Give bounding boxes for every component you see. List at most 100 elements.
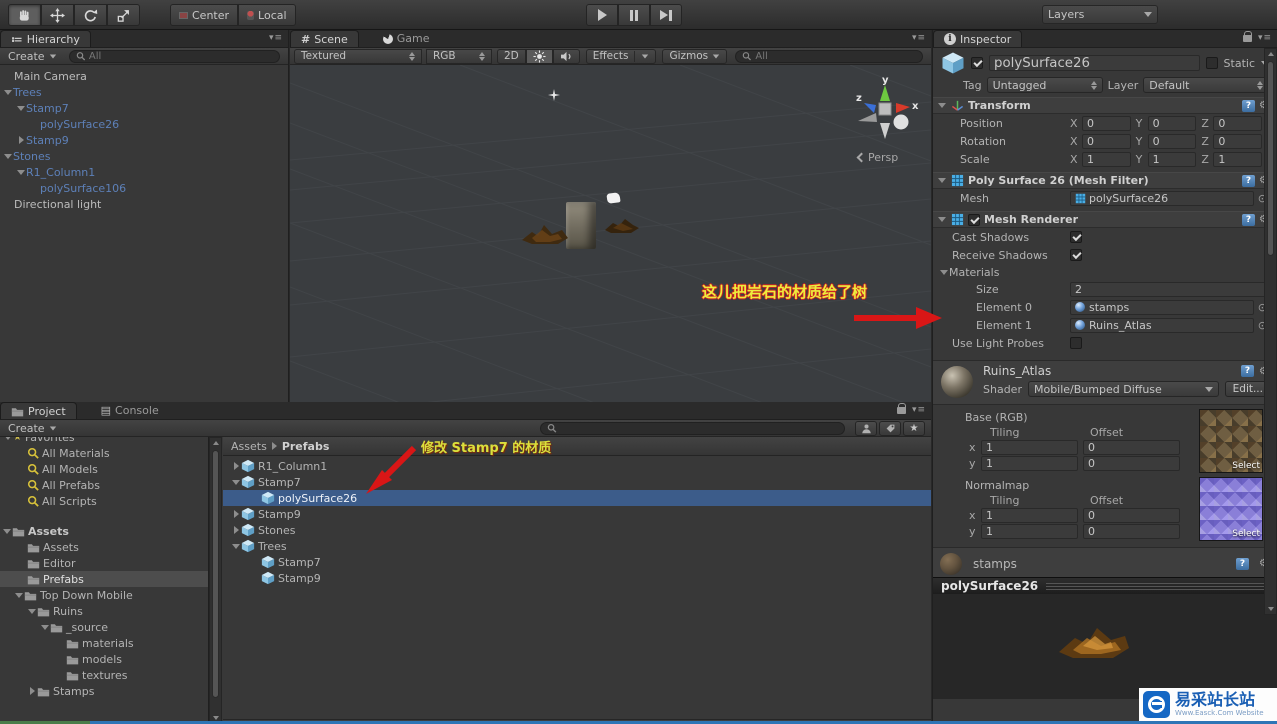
tab-game[interactable]: Game [373,30,440,47]
panel-menu-icon[interactable] [912,33,926,43]
foldout-open-icon[interactable] [3,87,13,97]
favorites-all-scripts[interactable]: All Scripts [0,493,208,509]
tree-stamp-object[interactable] [603,216,641,234]
hierarchy-item-polysurface106[interactable]: polySurface106 [0,180,288,196]
project-search[interactable] [540,422,845,435]
effects-dropdown[interactable]: Effects [586,49,657,64]
rotation-z-field[interactable]: 0 [1213,134,1262,149]
texture-select-button[interactable]: Select [1232,461,1260,471]
foldout-closed-icon[interactable] [27,686,37,696]
gizmos-dropdown[interactable]: Gizmos [662,49,727,64]
hand-tool-button[interactable] [8,4,41,26]
element0-object-field[interactable]: stamps [1070,300,1254,315]
layer-dropdown[interactable]: Default [1143,77,1269,93]
2d-toggle-button[interactable]: 2D [497,49,526,64]
breadcrumb-current[interactable]: Prefabs [282,440,330,453]
cast-shadows-checkbox[interactable] [1070,231,1082,243]
help-icon[interactable] [1241,365,1254,377]
hierarchy-item-main-camera[interactable]: Main Camera [0,68,288,84]
tree-ruins[interactable]: Ruins [0,603,208,619]
mesh-filter-component-header[interactable]: Poly Surface 26 (Mesh Filter) [933,172,1277,189]
tree-editor[interactable]: Editor [0,555,208,571]
normalmap-texture-thumbnail[interactable]: Select [1199,477,1263,541]
tag-dropdown[interactable]: Untagged [987,77,1103,93]
panel-menu-icon[interactable] [1258,33,1272,43]
scale-z-field[interactable]: 1 [1213,152,1262,167]
foldout-open-icon[interactable] [937,176,947,186]
tab-hierarchy[interactable]: Hierarchy [0,30,91,47]
foldout-open-icon[interactable] [231,477,241,487]
tab-console[interactable]: Console [91,402,169,419]
scrollbar-thumb[interactable] [212,450,219,698]
pause-button[interactable] [618,4,650,26]
scrollbar-thumb[interactable] [1267,61,1274,256]
lighting-toggle-button[interactable] [526,49,553,64]
hierarchy-item-stamp9[interactable]: Stamp9 [0,132,288,148]
hierarchy-search[interactable] [69,50,280,63]
base-offset-x-field[interactable]: 0 [1083,440,1180,455]
mesh-object-field[interactable]: polySurface26 [1070,191,1254,206]
help-icon[interactable] [1242,175,1255,187]
tab-scene[interactable]: Scene [290,30,359,47]
shader-dropdown[interactable]: Mobile/Bumped Diffuse [1028,381,1219,397]
light-gizmo-icon[interactable] [606,192,620,204]
foldout-closed-icon[interactable] [16,135,26,145]
normal-offset-x-field[interactable]: 0 [1083,508,1180,523]
asset-stones[interactable]: Stones [223,522,931,538]
scene-search-input[interactable] [755,51,916,62]
lock-icon[interactable] [1243,35,1252,42]
static-checkbox[interactable] [1206,57,1218,69]
tab-inspector[interactable]: Inspector [933,30,1022,47]
transform-component-header[interactable]: Transform [933,97,1277,114]
scene-viewport[interactable]: y z x Persp 这儿把岩石的材质给了树 [290,65,931,402]
foldout-open-icon[interactable] [40,622,50,632]
foldout-open-icon[interactable] [16,167,26,177]
play-button[interactable] [586,4,618,26]
base-offset-y-field[interactable]: 0 [1083,456,1180,471]
texture-select-button[interactable]: Select [1232,529,1260,539]
asset-stamp7[interactable]: Stamp7 [223,474,931,490]
channels-dropdown[interactable]: RGB [426,49,492,64]
scale-y-field[interactable]: 1 [1148,152,1197,167]
preview-drag-grip[interactable] [1046,583,1269,590]
tree-prefabs-selected[interactable]: Prefabs [0,571,208,587]
scale-tool-button[interactable] [107,4,140,26]
projection-mode-label[interactable]: Persp [858,151,898,164]
stone-column-object[interactable] [566,202,596,249]
foldout-open-icon[interactable] [14,590,24,600]
element1-object-field[interactable]: Ruins_Atlas [1070,318,1254,333]
help-icon[interactable] [1242,214,1255,226]
breadcrumb-root[interactable]: Assets [231,440,267,453]
base-tiling-y-field[interactable]: 1 [981,456,1078,471]
scale-x-field[interactable]: 1 [1082,152,1131,167]
hierarchy-item-stones[interactable]: Stones [0,148,288,164]
normal-tiling-x-field[interactable]: 1 [981,508,1078,523]
search-by-label-button[interactable] [879,421,901,436]
light-probes-checkbox[interactable] [1070,337,1082,349]
asset-polysurface26-selected[interactable]: polySurface26 [223,490,931,506]
tree-materials[interactable]: materials [0,635,208,651]
preview-pane[interactable] [933,594,1277,699]
scroll-up-icon[interactable] [210,438,221,448]
pivot-toggle-button[interactable]: Center [170,4,238,26]
project-create-button[interactable]: Create [4,421,61,436]
rotate-tool-button[interactable] [74,4,107,26]
active-checkbox[interactable] [971,57,983,69]
asset-trees-stamp7[interactable]: Stamp7 [223,554,931,570]
tree-source[interactable]: _source [0,619,208,635]
favorites-all-prefabs[interactable]: All Prefabs [0,477,208,493]
tree-assets[interactable]: Assets [0,539,208,555]
favorites-all-models[interactable]: All Models [0,461,208,477]
tree-textures[interactable]: textures [0,667,208,683]
lock-icon[interactable] [897,407,906,414]
foldout-open-icon[interactable] [2,526,12,536]
help-icon[interactable] [1242,100,1255,112]
scroll-down-icon[interactable] [1265,604,1276,614]
materials-foldout[interactable]: Materials [933,264,1277,281]
hierarchy-search-input[interactable] [89,51,273,62]
tree-top-down-mobile[interactable]: Top Down Mobile [0,587,208,603]
foldout-closed-icon[interactable] [231,525,241,535]
project-tree-scrollbar[interactable] [209,437,222,724]
rotation-x-field[interactable]: 0 [1082,134,1131,149]
base-tiling-x-field[interactable]: 1 [981,440,1078,455]
